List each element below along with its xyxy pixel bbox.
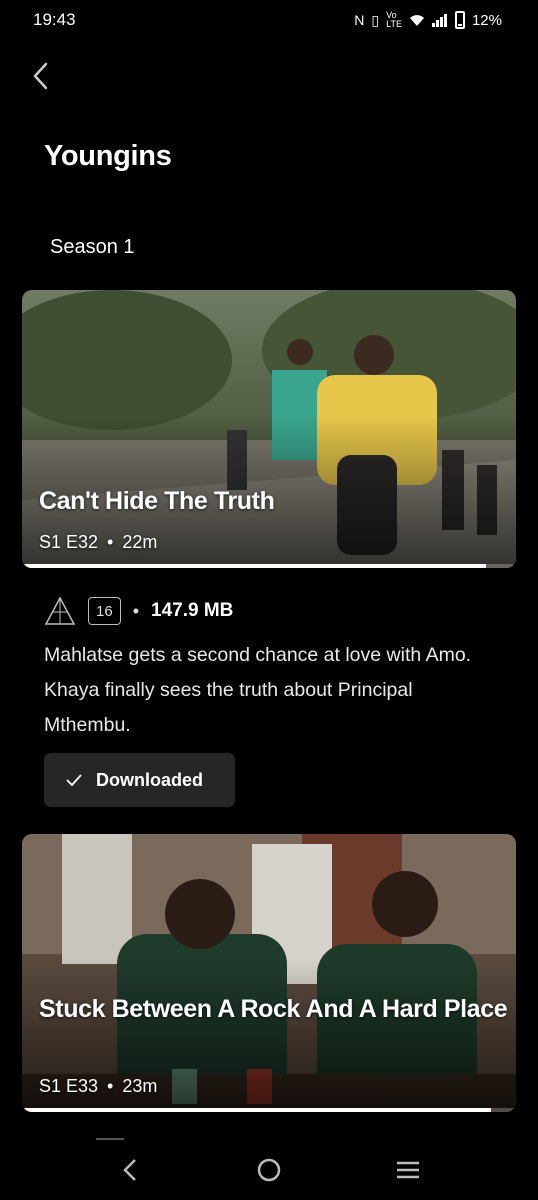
wifi-icon xyxy=(409,15,424,26)
recents-icon xyxy=(397,1161,420,1179)
episode-title: Stuck Between A Rock And A Hard Place xyxy=(39,995,508,1023)
nfc-icon: N xyxy=(354,12,365,28)
battery-icon xyxy=(454,11,465,29)
battery-percent: 12% xyxy=(471,11,502,29)
downloaded-label: Downloaded xyxy=(96,769,203,790)
thumbnail-shade xyxy=(22,290,516,568)
watch-progress-fill xyxy=(22,564,487,568)
nav-recents-button[interactable] xyxy=(388,1150,428,1190)
home-icon xyxy=(257,1158,281,1182)
back-button[interactable] xyxy=(22,58,58,94)
back-icon xyxy=(122,1159,136,1181)
nav-home-button[interactable] xyxy=(249,1150,289,1190)
nav-back-button[interactable] xyxy=(110,1150,150,1190)
signal-icon xyxy=(431,14,447,27)
season-selector[interactable]: Season 1 xyxy=(50,236,135,259)
details-separator: • xyxy=(132,600,139,621)
clock: 19:43 xyxy=(33,10,76,29)
chevron-left-icon xyxy=(33,62,48,90)
system-nav-bar xyxy=(0,1140,538,1200)
episode-duration: 23m xyxy=(122,1076,158,1096)
episode-code: S1 E32 xyxy=(39,532,99,552)
status-icons: N ▯ Vo LTE 12% xyxy=(354,11,502,29)
status-bar: 19:43 N ▯ Vo LTE 12% xyxy=(0,0,538,40)
page-title: Youngins xyxy=(44,140,172,172)
file-size: 147.9 MB xyxy=(151,600,234,621)
episode-code: S1 E33 xyxy=(39,1076,99,1096)
vibrate-icon: ▯ xyxy=(371,11,380,28)
episode-card[interactable]: Stuck Between A Rock And A Hard Place S1… xyxy=(22,834,516,1112)
episode-card[interactable]: Can't Hide The Truth S1 E32 • 22m xyxy=(22,290,516,568)
age-rating-badge: 16 xyxy=(88,597,121,625)
thumbnail-shade xyxy=(22,834,516,1112)
checkmark-icon xyxy=(66,774,82,786)
downloaded-button[interactable]: Downloaded xyxy=(44,753,235,807)
watch-progress xyxy=(22,564,516,568)
episode-meta: S1 E32 • 22m xyxy=(39,532,157,553)
volte-icon: Vo LTE xyxy=(386,10,402,29)
watch-progress-fill xyxy=(22,1108,492,1112)
episode-title: Can't Hide The Truth xyxy=(39,487,275,515)
watch-progress xyxy=(22,1108,516,1112)
episode-details-row: 16 • 147.9 MB xyxy=(44,596,233,626)
meta-separator: • xyxy=(107,532,114,552)
fpb-logo xyxy=(44,596,76,625)
episode-description: Mahlatse gets a second chance at love wi… xyxy=(44,644,472,736)
meta-separator: • xyxy=(107,1076,114,1096)
episode-duration: 22m xyxy=(122,532,158,552)
episode-meta: S1 E33 • 23m xyxy=(39,1076,157,1097)
